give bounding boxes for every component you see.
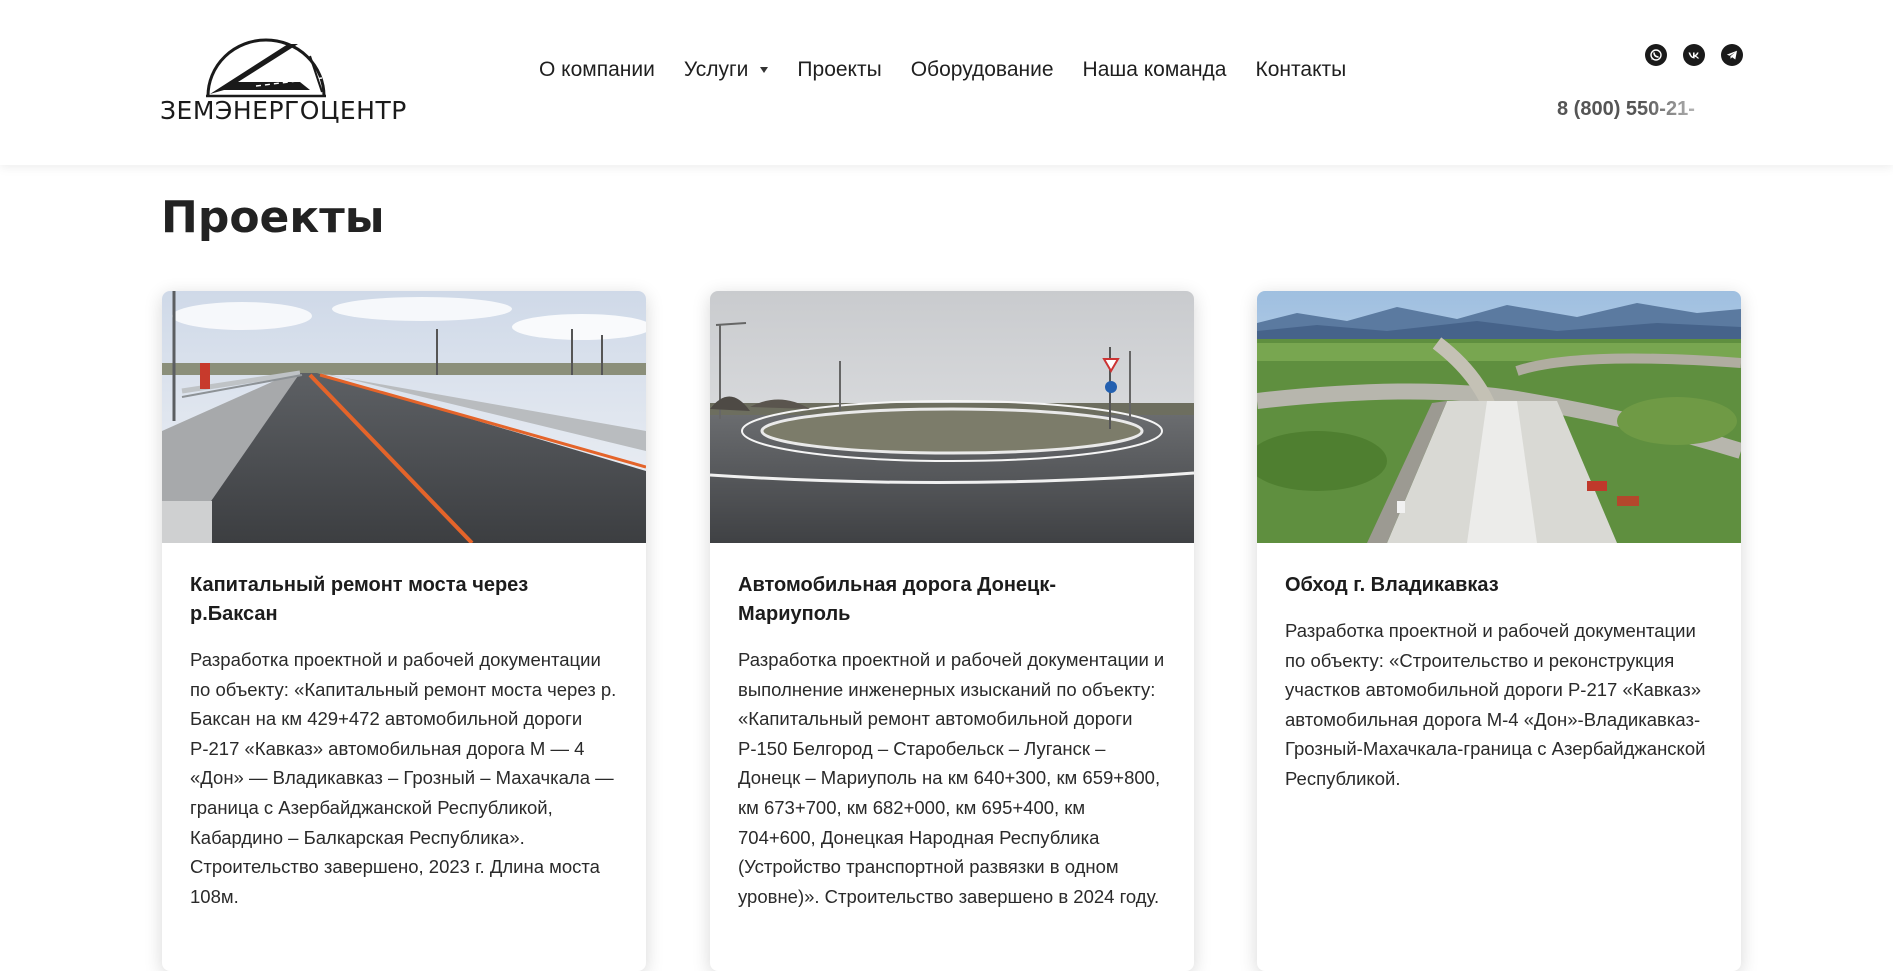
project-image-donetsk-road	[710, 291, 1194, 543]
site-header: ЗЕМЭНЕРГОЦЕНТР О компании Услуги Проекты…	[0, 0, 1893, 165]
vk-icon[interactable]	[1683, 44, 1705, 66]
nav-item-label: Проекты	[797, 58, 882, 81]
nav-item-equipment[interactable]: Оборудование	[911, 58, 1054, 82]
project-card[interactable]: Капитальный ремонт моста через р.Баксан …	[162, 291, 646, 971]
logo-emblem-icon	[206, 38, 326, 98]
caret-down-icon	[760, 67, 769, 73]
main-nav: О компании Услуги Проекты Оборудование Н…	[539, 58, 1375, 82]
card-body: Автомобильная дорога Донецк-Мариуполь Ра…	[710, 543, 1194, 911]
nav-item-contacts[interactable]: Контакты	[1256, 58, 1347, 82]
nav-item-projects[interactable]: Проекты	[797, 58, 881, 82]
social-links	[1645, 44, 1743, 66]
card-body: Обход г. Владикавказ Разработка проектно…	[1257, 543, 1741, 794]
nav-item-label: Контакты	[1255, 58, 1347, 81]
project-title[interactable]: Капитальный ремонт моста через р.Баксан	[190, 571, 619, 629]
project-card[interactable]: Автомобильная дорога Донецк-Мариуполь Ра…	[710, 291, 1194, 971]
nav-item-team[interactable]: Наша команда	[1083, 58, 1227, 82]
whatsapp-icon[interactable]	[1645, 44, 1667, 66]
company-logo[interactable]: ЗЕМЭНЕРГОЦЕНТР	[160, 38, 407, 125]
card-body: Капитальный ремонт моста через р.Баксан …	[162, 543, 646, 911]
project-description: Разработка проектной и рабочей документа…	[190, 649, 622, 907]
nav-item-label: Наша команда	[1082, 58, 1227, 81]
project-title[interactable]: Автомобильная дорога Донецк-Мариуполь	[738, 571, 1167, 629]
project-image-vladikavkaz-bypass	[1257, 291, 1741, 543]
nav-item-about[interactable]: О компании	[539, 58, 655, 82]
nav-item-label: О компании	[539, 58, 655, 81]
telegram-icon[interactable]	[1721, 44, 1743, 66]
project-description: Разработка проектной и рабочей документа…	[1285, 620, 1711, 789]
nav-item-label: Оборудование	[910, 58, 1054, 81]
project-image-baksan-bridge	[162, 291, 646, 543]
nav-item-services[interactable]: Услуги	[684, 58, 769, 82]
page-title: Проекты	[161, 192, 385, 243]
logo-text: ЗЕМЭНЕРГОЦЕНТР	[160, 96, 407, 125]
phone-number[interactable]: 8 (800) 550-21-	[1557, 98, 1724, 121]
nav-item-label: Услуги	[683, 58, 749, 81]
project-description: Разработка проектной и рабочей документа…	[738, 649, 1170, 907]
project-card[interactable]: Обход г. Владикавказ Разработка проектно…	[1257, 291, 1741, 971]
project-title[interactable]: Обход г. Владикавказ	[1285, 571, 1714, 600]
